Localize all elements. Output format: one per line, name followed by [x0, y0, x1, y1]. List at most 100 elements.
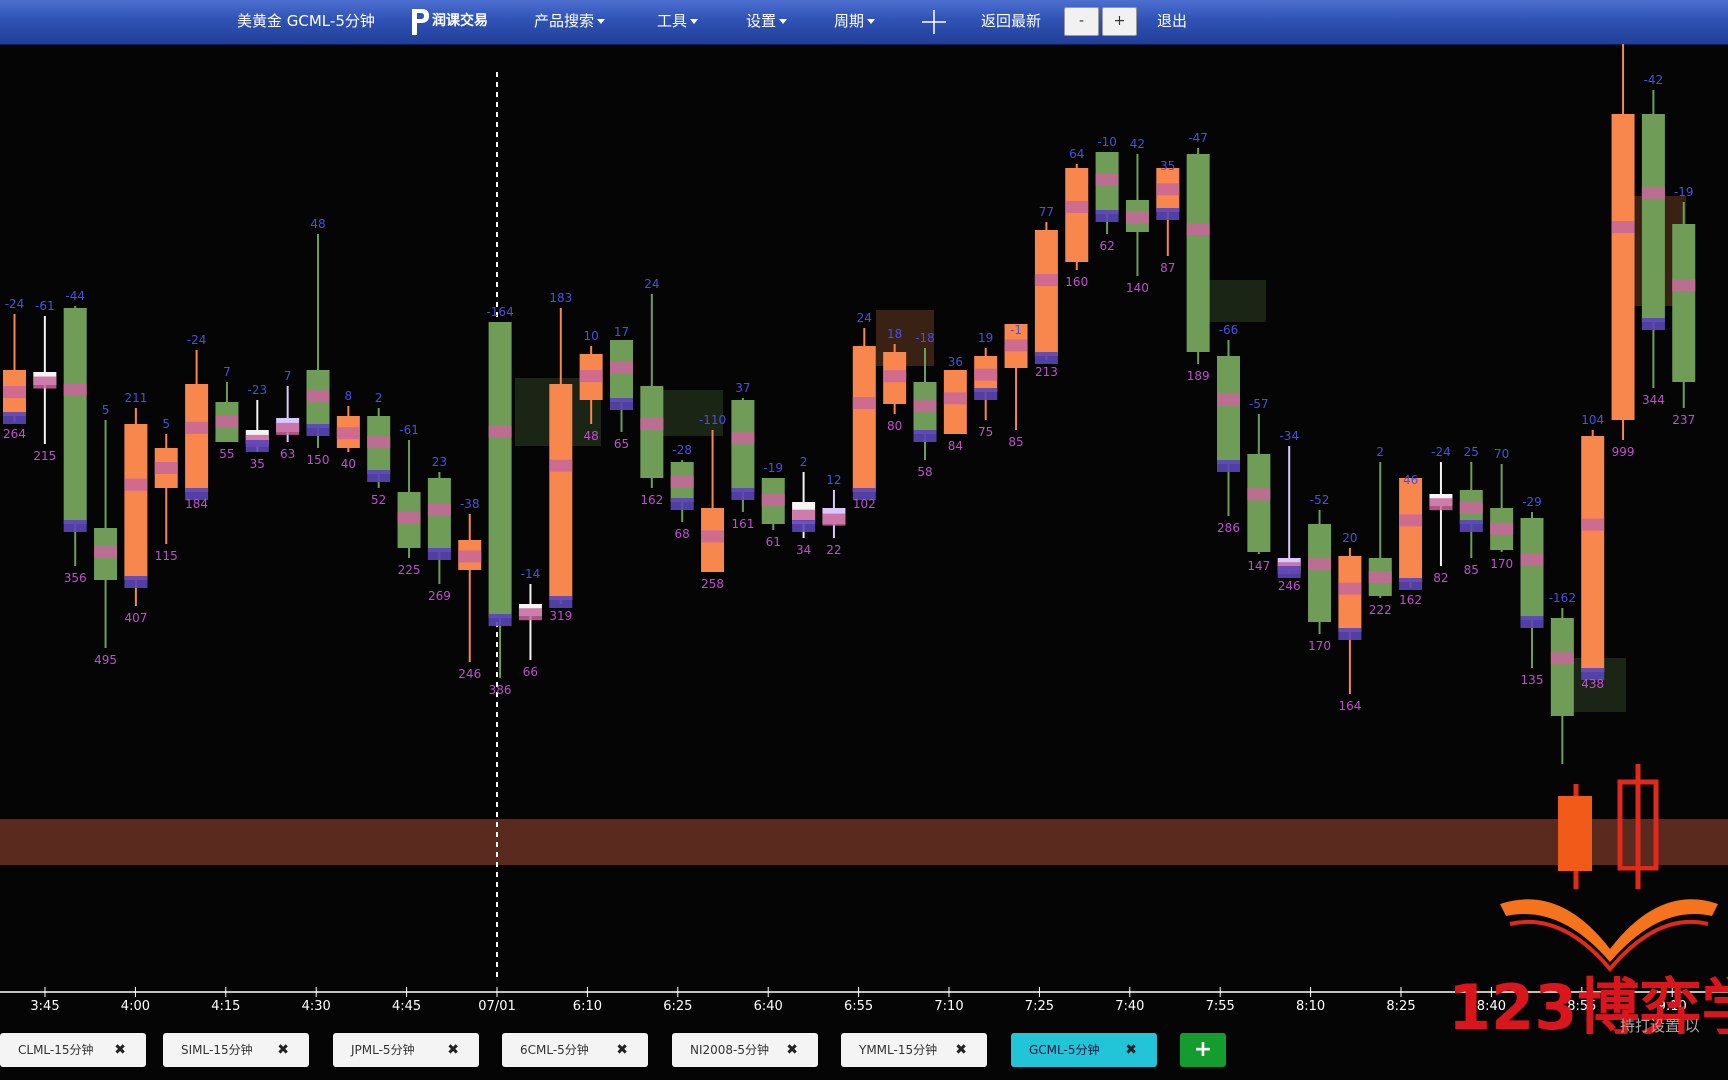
candle-top-label: -38	[460, 497, 480, 511]
candle-marker	[1277, 566, 1301, 578]
candle-marker	[974, 388, 998, 400]
exit-button[interactable]: 退出	[1157, 0, 1187, 44]
candle-bottom-label: 22	[826, 543, 841, 557]
candle-marker	[185, 421, 209, 434]
crosshair-button[interactable]	[922, 0, 946, 44]
candle: -23 35	[245, 383, 269, 471]
candle: -29 135	[1520, 495, 1544, 687]
tab-ni2008-5[interactable]: NI2008-5分钟 ✖	[672, 1033, 818, 1067]
candle-bottom-label: 61	[766, 535, 781, 549]
candle-bottom-label: 170	[1490, 557, 1513, 571]
candle-bottom-label: 184	[185, 497, 208, 511]
candle-marker	[488, 425, 512, 438]
candle-bottom-label: 999	[1612, 445, 1635, 459]
tab-siml-15[interactable]: SIML-15分钟 ✖	[163, 1033, 309, 1067]
candle: -61 225	[397, 423, 421, 577]
candle-marker	[1611, 221, 1635, 234]
candle-marker	[1217, 393, 1240, 406]
candle: 77 213	[1034, 205, 1058, 379]
zoom-out-button[interactable]: -	[1064, 7, 1099, 36]
x-tick-label: 4:00	[121, 999, 150, 1014]
candle-marker	[154, 462, 178, 474]
candle-bottom-label: 55	[219, 447, 234, 461]
window-title: 美黄金 GCML-5分钟	[237, 12, 375, 30]
candle: 2222	[1368, 445, 1392, 617]
tab-jpml-5[interactable]: JPML-5分钟 ✖	[333, 1033, 479, 1067]
logo-icon	[412, 9, 429, 35]
candle-marker	[1095, 210, 1119, 222]
candle: 42 140	[1125, 137, 1149, 295]
tab-label: JPML-5分钟	[351, 1043, 415, 1057]
candle: -164 386	[486, 305, 513, 697]
menu-period[interactable]: 周期	[834, 0, 876, 44]
candle-top-label: -42	[1644, 73, 1664, 87]
menu-tools[interactable]: 工具	[657, 0, 699, 44]
tab-label: 6CML-5分钟	[520, 1043, 589, 1057]
candle-top-label: 77	[1039, 205, 1054, 219]
candles-group: -24264-61215-4435654952114075115-2418475…	[3, 44, 1696, 764]
candle-top-label: 24	[644, 277, 659, 291]
candle-marker	[1308, 558, 1332, 571]
close-icon[interactable]: ✖	[786, 1033, 798, 1067]
close-icon[interactable]: ✖	[955, 1033, 967, 1067]
candle-top-label: -47	[1188, 131, 1208, 145]
close-icon[interactable]: ✖	[447, 1033, 459, 1067]
candle-bottom-label: 269	[428, 589, 451, 603]
candle: 7 63	[276, 369, 300, 461]
candle-bottom-label: 264	[3, 427, 26, 441]
zoom-in-button[interactable]: +	[1102, 7, 1137, 36]
candle-bottom-label: 170	[1308, 639, 1331, 653]
candlestick-chart[interactable]: -24264-61215-4435654952114075115-2418475…	[0, 44, 1728, 1034]
tab-ymml-15[interactable]: YMML-15分钟 ✖	[841, 1033, 987, 1067]
candle: 183 319	[549, 291, 573, 623]
close-icon[interactable]: ✖	[616, 1033, 628, 1067]
candle: -24 82	[1429, 445, 1453, 585]
candle-body	[63, 308, 87, 524]
add-tab-button[interactable]: +	[1180, 1033, 1226, 1067]
candle-marker	[245, 440, 269, 452]
candle-top-label: -57	[1249, 397, 1269, 411]
candle-marker	[1338, 628, 1362, 640]
tab-gcml-5[interactable]: GCML-5分钟 ✖	[1011, 1033, 1157, 1067]
watermark-subtitle: 持打设置 以	[1620, 1017, 1700, 1034]
candle: 64 160	[1065, 147, 1089, 289]
back-to-latest-button[interactable]: 返回最新	[981, 0, 1041, 44]
candle-marker	[1520, 616, 1544, 628]
menu-settings[interactable]: 设置	[746, 0, 788, 44]
candle: 2 52	[367, 391, 391, 507]
candle-marker	[124, 576, 148, 588]
candle-bottom-label: 438	[1581, 677, 1604, 691]
close-icon[interactable]: ✖	[1125, 1033, 1137, 1067]
caret-down-icon	[779, 19, 788, 24]
candle-marker	[367, 470, 391, 482]
tab-6cml-5[interactable]: 6CML-5分钟 ✖	[502, 1033, 648, 1067]
candle-top-label: 19	[978, 331, 993, 345]
candle-top-label: -66	[1219, 323, 1239, 337]
candle-marker	[1550, 652, 1574, 665]
menu-label: 周期	[834, 12, 865, 30]
candle: -162	[1549, 591, 1576, 764]
candle: 36 84	[943, 355, 967, 453]
candle-marker	[852, 397, 876, 410]
candle-bottom-label: 162	[1399, 593, 1422, 607]
candle-top-label: -61	[35, 299, 55, 313]
candle-marker	[427, 548, 451, 560]
candle-bottom-label: 52	[371, 493, 386, 507]
candle-top-label: -19	[763, 461, 783, 475]
close-icon[interactable]: ✖	[114, 1033, 126, 1067]
candle-top-label: -164	[486, 305, 513, 319]
candle-bottom-label: 62	[1099, 239, 1114, 253]
close-icon[interactable]: ✖	[277, 1033, 289, 1067]
candle-marker	[1034, 274, 1058, 287]
x-axis-ticks: 3:45 4:00 4:15 4:30 4:45 07/01 6:10 6:25 6:40 6:5…	[30, 987, 1687, 1014]
candle-bottom-label: 80	[887, 419, 902, 433]
candle: 2 34	[792, 455, 816, 557]
menu-product-search[interactable]: 产品搜索	[534, 0, 606, 44]
candle: 48 150	[306, 217, 330, 467]
candle-marker	[943, 392, 967, 405]
candle-top-label: 2	[800, 455, 808, 469]
candle-top-label: 2	[375, 391, 383, 405]
candle-top-label: 183	[549, 291, 572, 305]
watermark-book-icon	[1500, 899, 1718, 973]
tab-clml-15[interactable]: CLML-15分钟 ✖	[0, 1033, 146, 1067]
